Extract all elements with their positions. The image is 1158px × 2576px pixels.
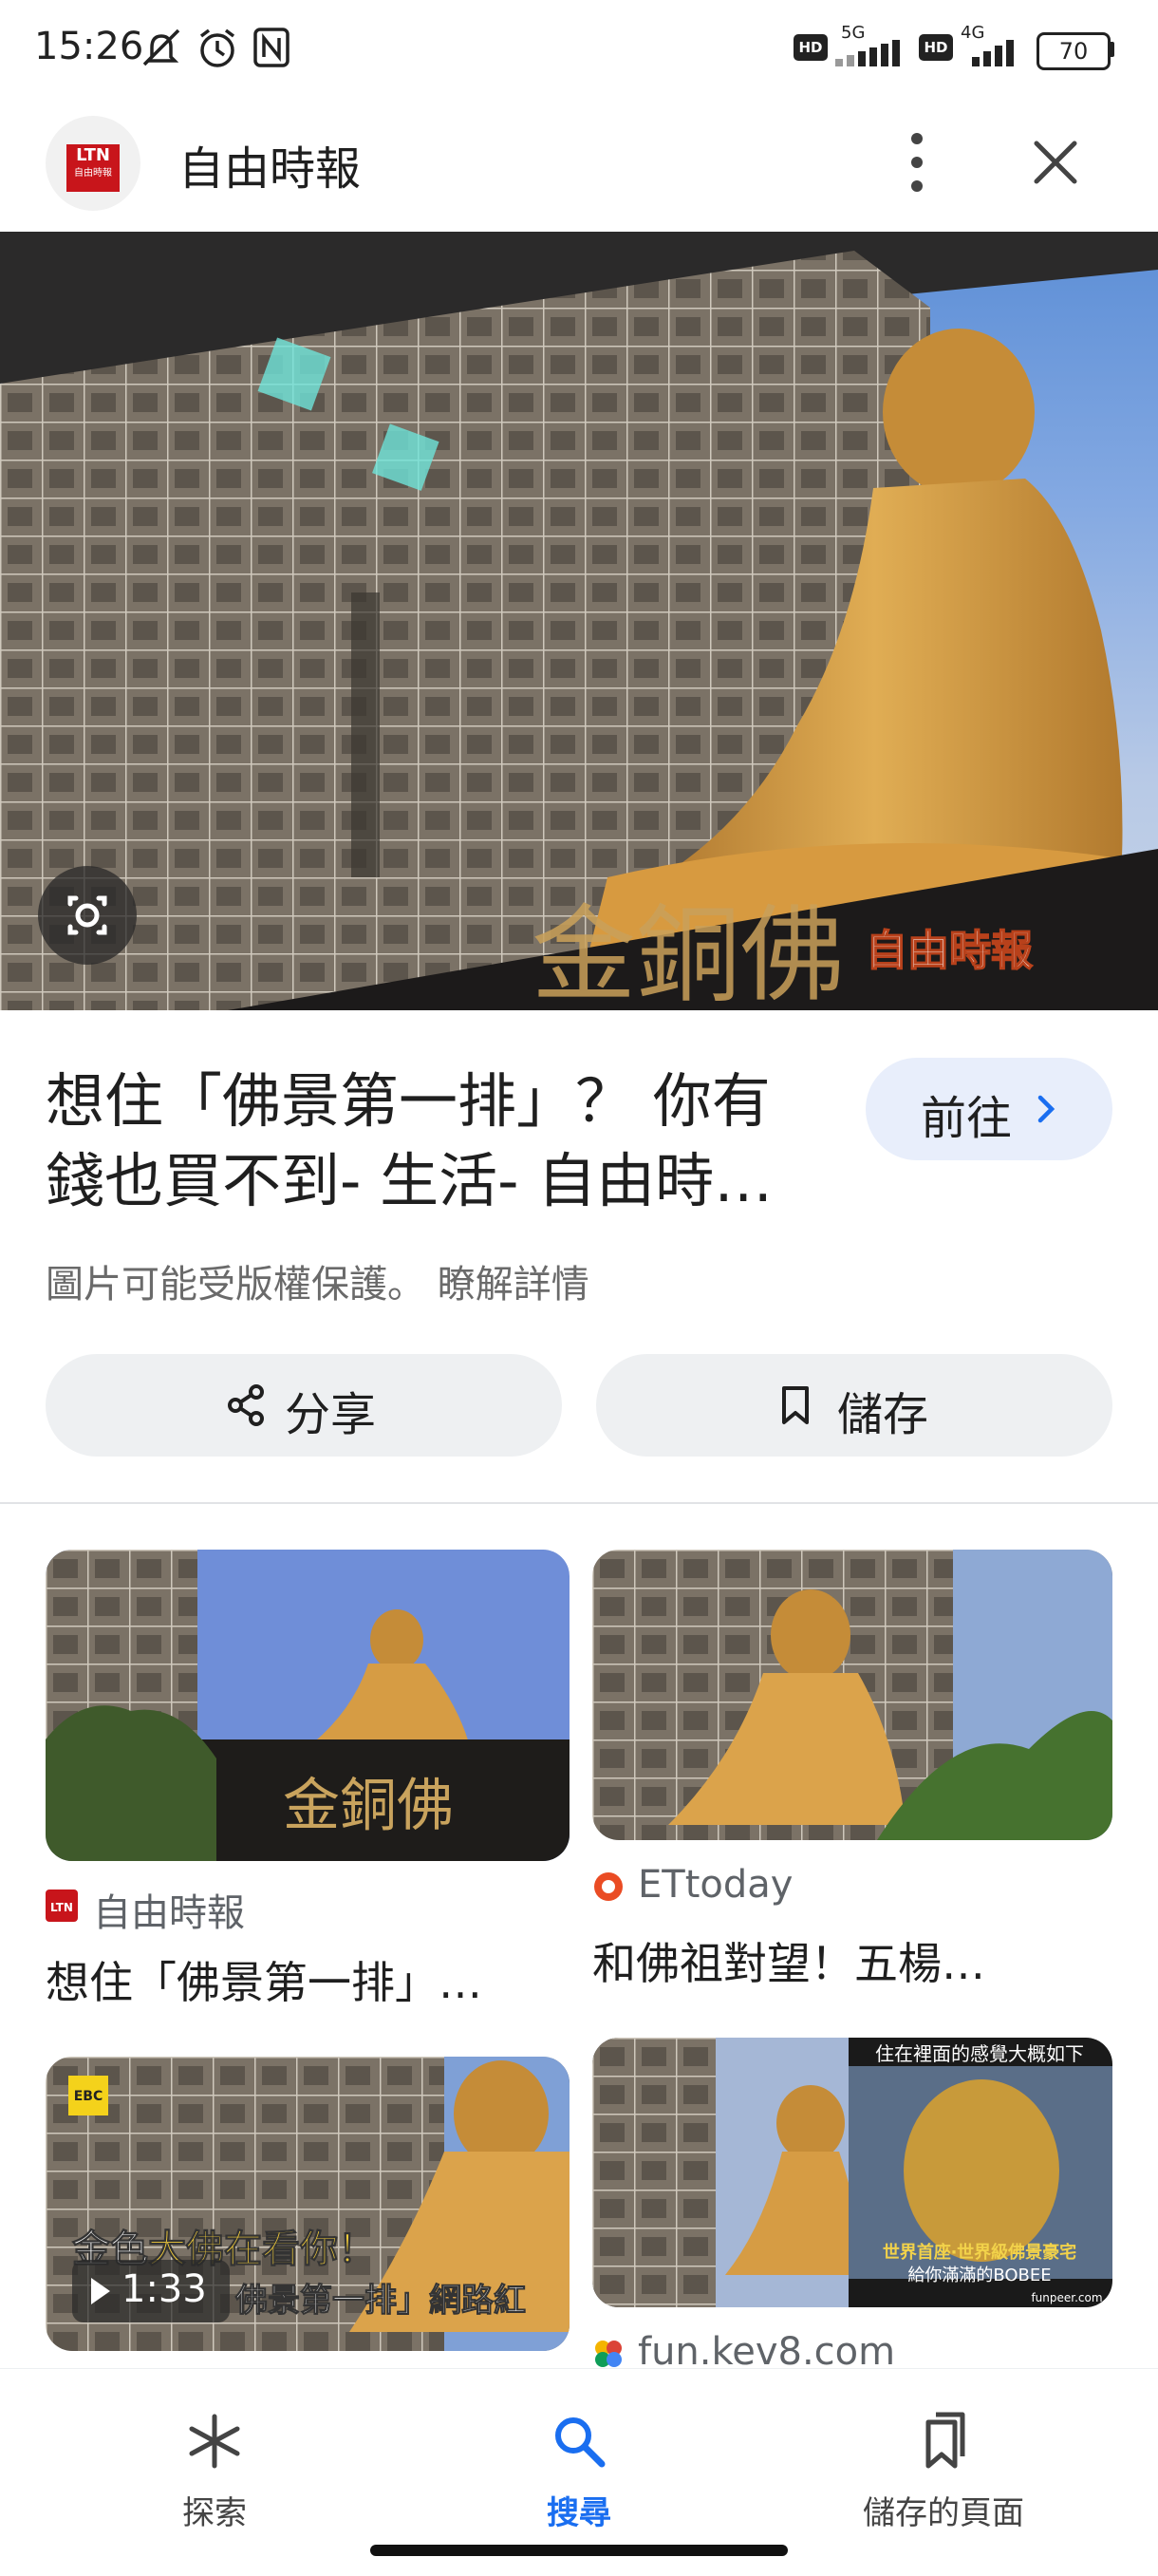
thumb4-credit: funpeer.com [1031,2291,1102,2304]
save-button[interactable]: 儲存 [596,1354,1112,1457]
visit-button[interactable]: 前往 [866,1058,1112,1160]
card-source: ETtoday [638,1863,794,1907]
save-label: 儲存 [837,1388,929,1441]
video-duration: 1:33 [121,2267,207,2311]
asterisk-icon [189,2414,240,2469]
thumb4-overlay-bot: 給你滿滿的BOBEE [907,2266,1051,2285]
signal-icon-1 [835,40,900,66]
section-divider [0,1502,1158,1504]
related-image-thumb[interactable] [592,1550,1112,1840]
alarm-icon [199,28,235,67]
main-image-art: 金銅佛 自由時報 [0,232,1158,1010]
mute-icon [142,28,180,66]
related-image-thumb[interactable]: 住在裡面的感覺大概如下 世界首座‧世界級佛景豪宅 給你滿滿的BOBEE funp… [592,2038,1112,2307]
close-icon [1034,141,1077,184]
nav-discover-label: 探索 [182,2494,247,2532]
site-logo[interactable]: LTN 自由時報 [46,116,140,211]
video-duration-badge: 1:33 [72,2260,230,2322]
ebc-badge: EBC [74,2089,103,2104]
battery-icon: 70 [1037,32,1111,70]
related-image-thumb[interactable]: 金銅佛 [46,1550,570,1861]
lens-icon [67,895,107,935]
card-source: 自由時報 [93,1891,245,1935]
share-icon [228,1384,264,1426]
close-button[interactable] [1016,120,1095,205]
video-overlay-line2: 佛景第一排」網路紅 [234,2282,526,2320]
visit-button-label: 前往 [921,1092,1013,1145]
nfc-icon [253,28,290,67]
search-icon [555,2417,606,2468]
bookmark-icon [782,1386,809,1424]
related-image-art: 金銅佛 [46,1550,570,1861]
status-time: 15:26 [34,25,144,68]
nav-saved-label: 儲存的頁面 [863,2494,1024,2532]
hd-badge-1: HD [794,34,828,61]
battery-tip [1109,42,1114,57]
hero-sign-text: 金銅佛 [532,894,845,1010]
related-image-art: 住在裡面的感覺大概如下 世界首座‧世界級佛景豪宅 給你滿滿的BOBEE funp… [592,2038,1112,2307]
copyright-notice: 圖片可能受版權保護。 瞭解詳情 [46,1253,589,1308]
ettoday-source-icon [594,1872,623,1901]
card-title[interactable]: 和佛祖對望！五楊… [592,1929,1112,1992]
battery-level: 70 [1058,38,1089,65]
main-image[interactable]: 金銅佛 自由時報 [0,232,1158,1010]
hd-badge-2: HD [919,34,953,61]
play-icon [91,2278,110,2304]
viewer-header: LTN 自由時報 自由時報 [0,95,1158,228]
logo-text: LTN [76,145,110,165]
hero-watermark: 自由時報 [866,927,1033,975]
signal-icon-2 [972,40,1014,66]
more-vert-icon [911,133,923,192]
chevron-right-icon [1037,1095,1055,1123]
thumb4-overlay-mid: 世界首座‧世界級佛景豪宅 [883,2242,1076,2263]
share-label: 分享 [285,1388,377,1441]
lens-search-button[interactable] [38,866,137,965]
site-title[interactable]: 自由時報 [178,131,361,197]
share-button[interactable]: 分享 [46,1354,562,1457]
learn-more-link[interactable]: 瞭解詳情 [438,1263,589,1307]
more-options-button[interactable] [883,120,951,205]
ltn-source-icon-text: LTN [50,1901,73,1914]
copyright-text: 圖片可能受版權保護。 [46,1263,425,1307]
nav-discover[interactable]: 探索 [72,2396,357,2548]
thumb4-overlay-top: 住在裡面的感覺大概如下 [875,2042,1084,2065]
related-image-art [592,1550,1112,1840]
nav-saved-pages[interactable]: 儲存的頁面 [801,2396,1086,2548]
home-indicator[interactable] [370,2545,788,2556]
ltn-logo-mark: LTN 自由時報 [66,144,120,192]
card-title[interactable]: 想住「佛景第一排」… [46,1948,570,2011]
thumb1-sign: 金銅佛 [283,1773,454,1839]
nav-search[interactable]: 搜尋 [437,2396,721,2548]
result-title[interactable]: 想住「佛景第一排」？ 你有錢也買不到- 生活- 自由時報電子報 [46,1062,805,1221]
ltn-source-icon: LTN [46,1890,78,1922]
bookmarks-icon [925,2412,965,2469]
logo-subtext: 自由時報 [74,168,112,179]
nav-search-label: 搜尋 [547,2494,611,2532]
status-bar: 15:26 HD 5G HD 4G 70 [0,0,1158,95]
kev8-source-icon [595,2341,622,2367]
